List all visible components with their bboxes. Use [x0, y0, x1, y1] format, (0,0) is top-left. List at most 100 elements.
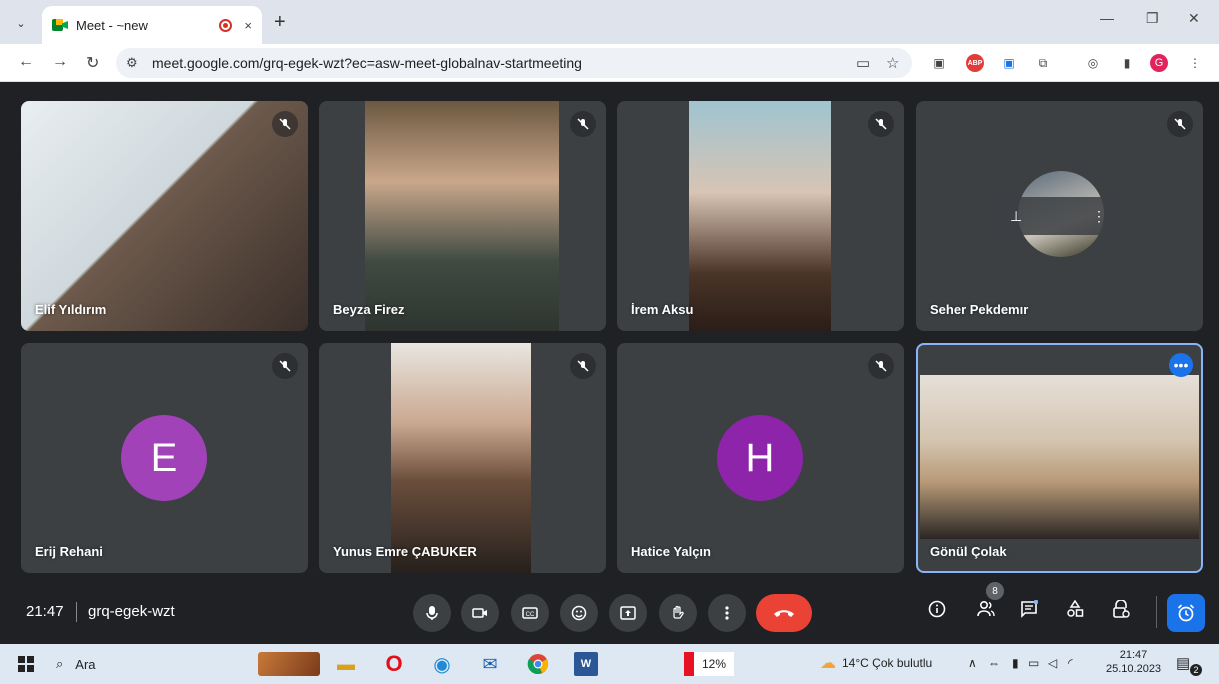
divider	[1156, 596, 1157, 628]
info-button[interactable]	[928, 600, 946, 623]
participant-tile[interactable]: Yunus Emre ÇABUKER	[319, 343, 606, 573]
tab-title: Meet - ~new	[76, 17, 148, 33]
participant-tile[interactable]: Beyza Firez	[319, 101, 606, 331]
chrome-icon[interactable]	[526, 652, 550, 676]
show-hidden-icons-icon[interactable]: ∧	[968, 656, 977, 670]
pin-icon[interactable]: ⊥	[1010, 208, 1022, 225]
network-icon[interactable]: ▭	[1028, 656, 1039, 670]
minimize-button[interactable]: —	[1100, 10, 1114, 26]
participant-video	[391, 343, 531, 573]
restore-button[interactable]: ❐	[1146, 10, 1159, 27]
browser-menu-icon[interactable]: ⋮	[1186, 54, 1204, 72]
reload-icon[interactable]: ↻	[86, 53, 99, 73]
people-button[interactable]	[976, 600, 996, 623]
divider	[76, 602, 77, 622]
emoji-reaction-button[interactable]	[560, 594, 598, 632]
weather-icon[interactable]: ☁	[820, 653, 836, 673]
camera-in-use-icon[interactable]: ▭	[856, 54, 870, 72]
participant-name: Elif Yıldırım	[35, 302, 107, 317]
back-arrow-icon[interactable]: ←	[18, 53, 34, 71]
participant-tile[interactable]: E Erij Rehani	[21, 343, 308, 573]
participant-tile[interactable]: İrem Aksu	[617, 101, 904, 331]
new-tab-button[interactable]: +	[274, 12, 286, 32]
opera-icon[interactable]: O	[382, 651, 406, 676]
microphone-icon[interactable]: ▮	[1012, 656, 1019, 670]
usb-icon[interactable]: ⇔	[988, 656, 1000, 670]
forward-arrow-icon[interactable]: →	[52, 53, 68, 71]
search-icon: ⌕	[56, 656, 64, 671]
word-icon[interactable]: W	[574, 652, 598, 676]
profile-avatar[interactable]: G	[1150, 54, 1168, 72]
taskbar-date: 25.10.2023	[1106, 663, 1162, 675]
edge-icon[interactable]: ◉	[430, 652, 454, 676]
timer-button[interactable]	[1167, 594, 1205, 632]
mail-icon[interactable]: ✉	[478, 652, 502, 676]
windows-start-icon[interactable]	[14, 652, 38, 676]
file-explorer-icon[interactable]: ▬	[334, 652, 358, 676]
tile-more-icon[interactable]: ⋮	[1092, 208, 1106, 225]
end-call-button[interactable]	[756, 594, 812, 632]
participant-avatar: E	[121, 415, 207, 501]
volume-icon[interactable]: ◁	[1048, 656, 1057, 670]
activities-button[interactable]	[1066, 599, 1084, 623]
participant-name: Yunus Emre ÇABUKER	[333, 544, 477, 559]
taskbar-clock[interactable]: 21:47 25.10.2023	[1106, 648, 1161, 676]
captions-button[interactable]: CC	[511, 594, 549, 632]
mic-off-icon	[570, 111, 596, 137]
mic-off-icon	[868, 353, 894, 379]
host-controls-button[interactable]	[1112, 599, 1130, 623]
participant-video	[920, 375, 1199, 539]
tile-more-icon[interactable]: •••	[1169, 353, 1193, 377]
participant-name: Erij Rehani	[35, 544, 103, 559]
window-close-button[interactable]: ✕	[1188, 10, 1200, 27]
search-highlight-image	[258, 652, 320, 676]
mic-off-icon	[868, 111, 894, 137]
address-bar[interactable]: ⚙ meet.google.com/grq-egek-wzt?ec=asw-me…	[116, 48, 912, 78]
participant-name: İrem Aksu	[631, 302, 694, 317]
mic-off-icon	[272, 111, 298, 137]
extension-screen-icon[interactable]: ▣	[1000, 54, 1018, 72]
chat-button[interactable]	[1020, 599, 1039, 623]
performance-icon[interactable]: ◎	[1084, 54, 1102, 72]
extension-reader-icon[interactable]: ▣	[930, 54, 948, 72]
participant-name: Beyza Firez	[333, 302, 405, 317]
browser-tab-meet[interactable]: Meet - ~new ×	[42, 6, 262, 44]
svg-text:CC: CC	[526, 612, 535, 618]
participant-count-badge: 8	[986, 582, 1004, 600]
meeting-control-bar: 21:47 grq-egek-wzt CC 8	[0, 582, 1219, 644]
camera-button[interactable]	[461, 594, 499, 632]
weather-text[interactable]: 14°C Çok bulutlu	[842, 656, 932, 670]
bookmark-star-icon[interactable]: ☆	[886, 54, 899, 72]
site-settings-icon[interactable]: ⚙	[126, 55, 138, 71]
mic-off-icon	[272, 353, 298, 379]
more-options-button[interactable]	[708, 594, 746, 632]
side-panel-icon[interactable]: ▮	[1118, 54, 1136, 72]
notification-count-badge: 2	[1190, 664, 1202, 676]
battery-indicator[interactable]: 12%	[684, 652, 734, 676]
participant-tile[interactable]: Elif Yıldırım	[21, 101, 308, 331]
taskbar-search[interactable]: ⌕ Ara	[56, 652, 246, 676]
windows-taskbar: ⌕ Ara ▬ O ◉ ✉ W 12% ☁ 14°C Çok bulutlu ∧…	[0, 644, 1219, 684]
participant-tile[interactable]: ⊥ ⋮ Seher Pekdemır	[916, 101, 1203, 331]
mic-button[interactable]	[413, 594, 451, 632]
mic-off-icon	[570, 353, 596, 379]
search-label: Ara	[75, 656, 96, 672]
wifi-icon[interactable]: ◜	[1068, 656, 1073, 670]
tab-search-dropdown-icon[interactable]: ⌄	[10, 12, 32, 34]
extensions-puzzle-icon[interactable]: ⧉	[1034, 54, 1052, 72]
url-text[interactable]: meet.google.com/grq-egek-wzt?ec=asw-meet…	[152, 55, 582, 71]
participant-tile-active[interactable]: ••• Gönül Çolak	[916, 343, 1203, 573]
participant-tile[interactable]: H Hatice Yalçın	[617, 343, 904, 573]
raise-hand-button[interactable]	[659, 594, 697, 632]
tab-close-icon[interactable]: ×	[244, 18, 252, 33]
recording-indicator-icon	[219, 18, 233, 32]
meeting-code: grq-egek-wzt	[88, 603, 175, 620]
notification-center-icon[interactable]: ▤	[1176, 654, 1190, 672]
present-screen-button[interactable]	[609, 594, 647, 632]
adblock-plus-icon[interactable]: ABP	[966, 54, 984, 72]
meeting-clock: 21:47	[26, 603, 64, 620]
participant-name: Gönül Çolak	[930, 544, 1007, 559]
participant-video	[689, 101, 831, 331]
browser-tab-bar: ⌄ Meet - ~new × + — ❐ ✕	[0, 0, 1219, 44]
participant-name: Seher Pekdemır	[930, 302, 1029, 317]
